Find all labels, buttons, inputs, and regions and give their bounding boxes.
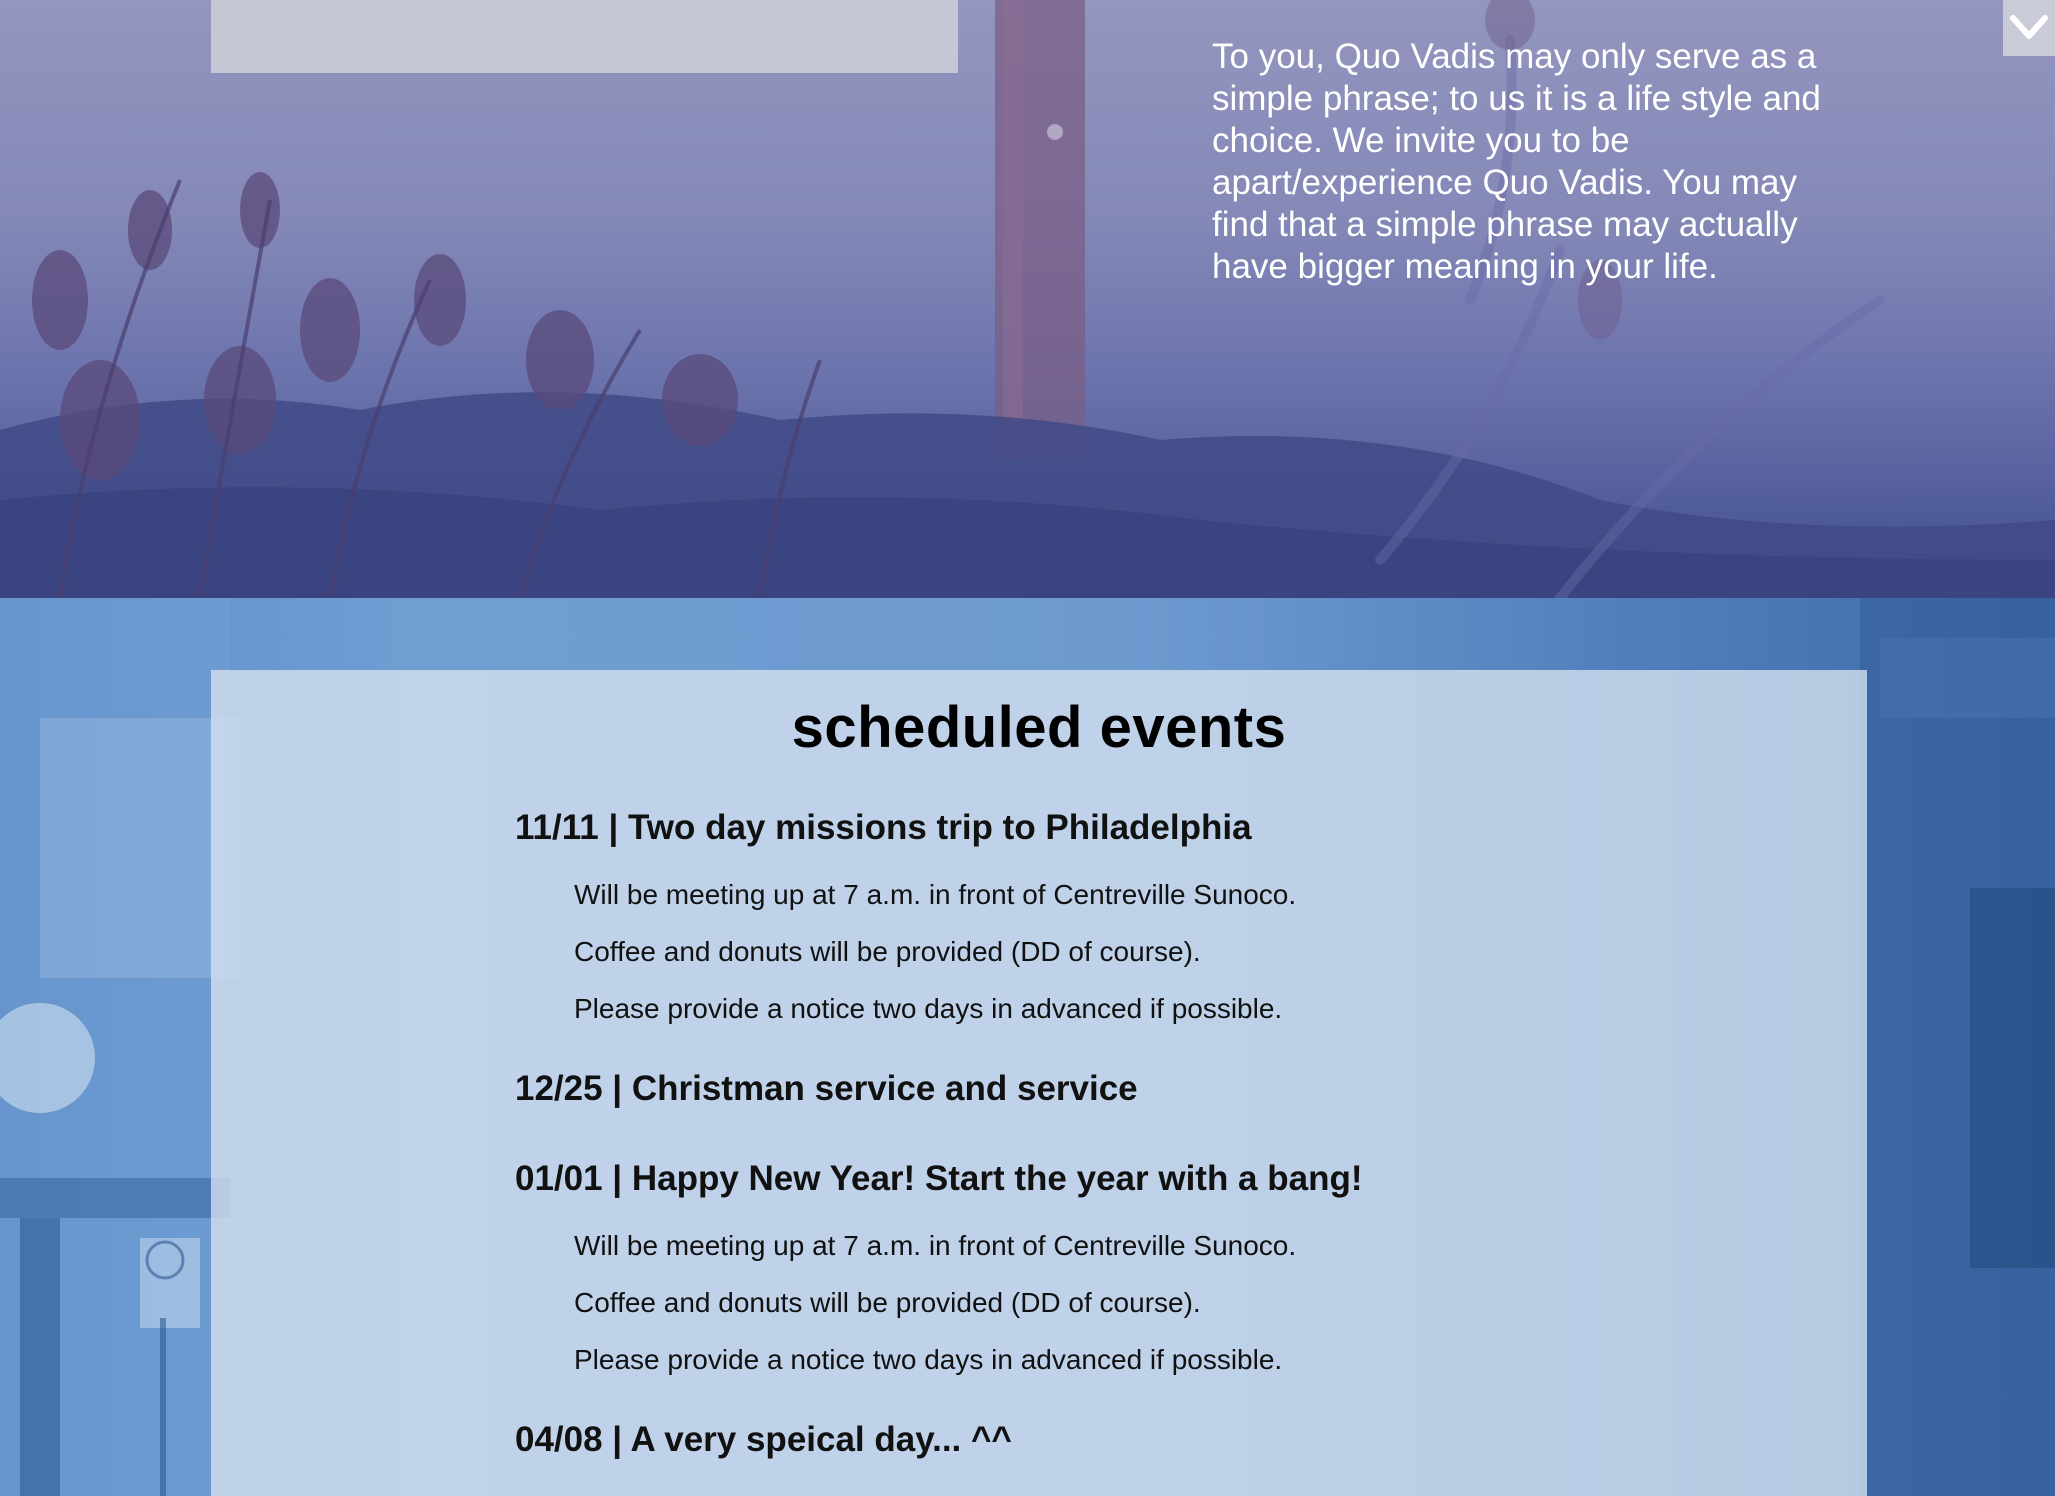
events-section: scheduled events 11/11 | Two day mission… <box>0 598 2055 1496</box>
event-detail: Coffee and donuts will be provided (DD o… <box>574 1287 1201 1318</box>
event-detail: Will be meeting up at 7 a.m. in front of… <box>574 879 1297 910</box>
page: To you, Quo Vadis may only serve as a si… <box>0 0 2055 1496</box>
event-detail: Coffee and donuts will be provided (DD o… <box>574 936 1201 967</box>
chevron-down-icon <box>2010 15 2048 39</box>
event-detail: Please provide a notice two days in adva… <box>574 993 1283 1024</box>
events-title: scheduled events <box>791 695 1287 760</box>
event-heading: 04/08 | A very speical day... ^^ <box>515 1420 1012 1459</box>
event-heading: 12/25 | Christman service and service <box>515 1069 1138 1108</box>
scroll-toggle-button[interactable] <box>2003 0 2055 56</box>
events-panel: scheduled events 11/11 | Two day mission… <box>211 670 1867 1496</box>
event-detail: Will be meeting up at 7 a.m. in front of… <box>574 1230 1297 1261</box>
event-detail: Please provide a notice two days in adva… <box>574 1344 1283 1375</box>
hero-banner-box <box>211 0 958 73</box>
hero-section: To you, Quo Vadis may only serve as a si… <box>0 0 2055 598</box>
event-heading: 11/11 | Two day missions trip to Philade… <box>515 808 1252 847</box>
event-heading: 01/01 | Happy New Year! Start the year w… <box>515 1159 1363 1198</box>
hero-intro-text: To you, Quo Vadis may only serve as a si… <box>1212 37 1821 286</box>
